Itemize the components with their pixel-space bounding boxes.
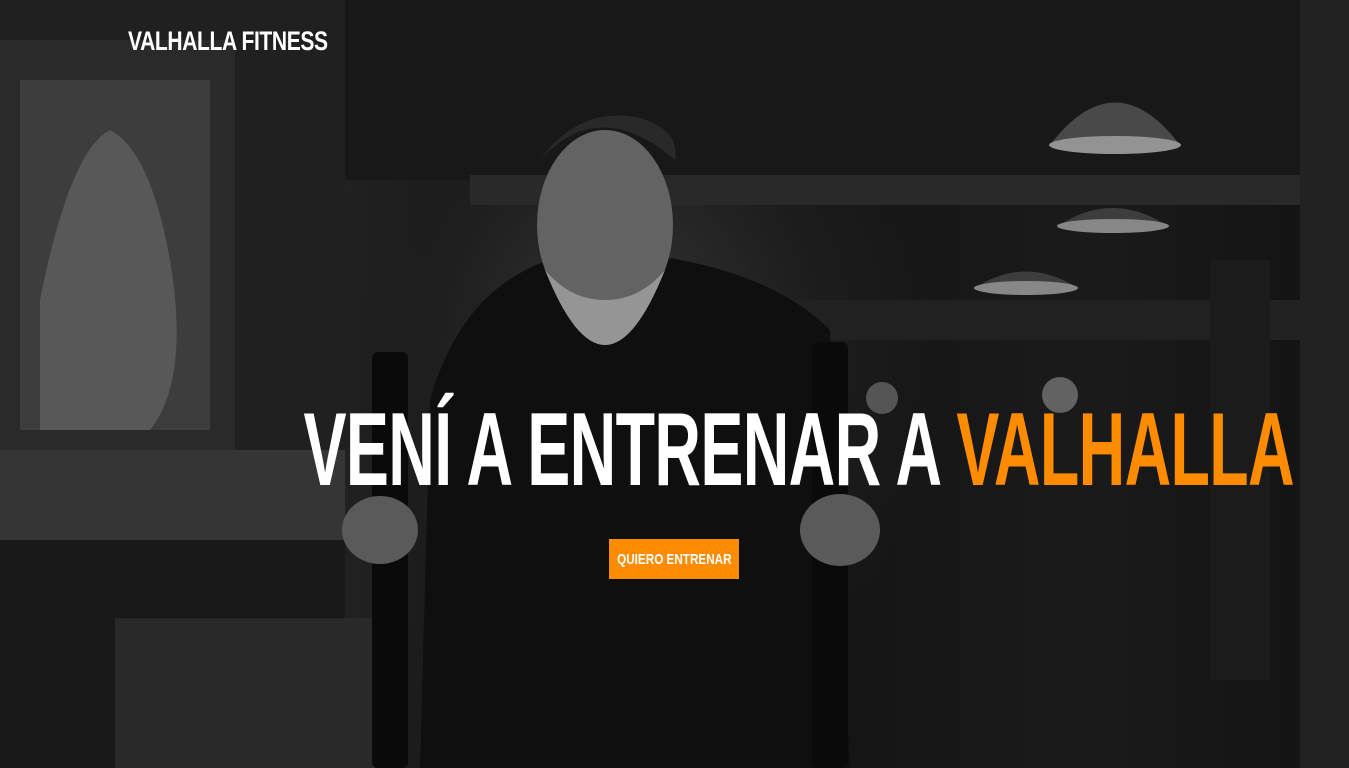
cta-quiero-entrenar-button[interactable]: QUIERO ENTRENAR [609,539,739,579]
hero-headline: VENÍ A ENTRENAR A VALHALLA [0,398,1349,502]
hero-section: VALHALLA FITNESS VENÍ A ENTRENAR A VALHA… [0,0,1349,768]
cta-label: QUIERO ENTRENAR [616,550,732,568]
brand-logo-text[interactable]: VALHALLA FITNESS [128,26,328,57]
dark-overlay [0,0,1349,768]
headline-main-text: VENÍ A ENTRENAR A [303,392,957,508]
headline-accent-text: VALHALLA [956,392,1295,508]
